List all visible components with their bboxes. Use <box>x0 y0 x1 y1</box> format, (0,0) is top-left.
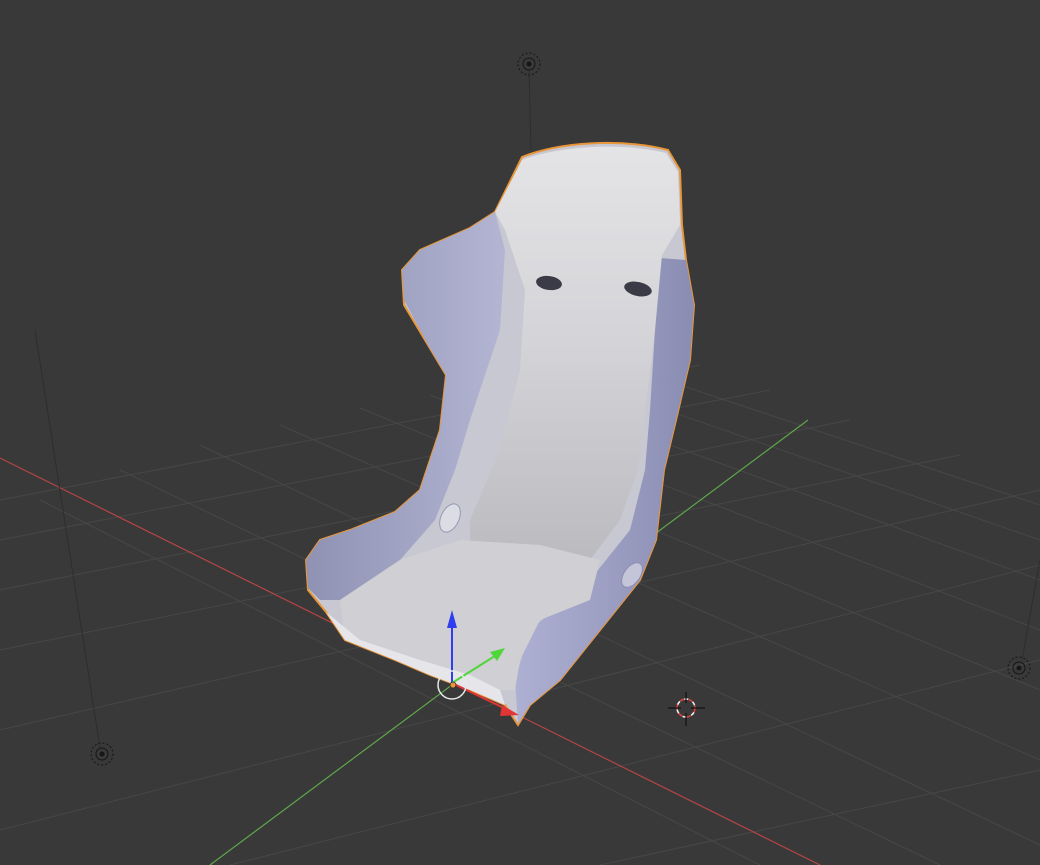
3d-viewport[interactable] <box>0 0 1040 865</box>
lamp-guide-top <box>528 69 532 151</box>
object-origin-dot <box>449 681 457 689</box>
lamp-guide-left <box>34 329 101 749</box>
lamp-left-icon[interactable] <box>90 742 114 766</box>
viewport-canvas[interactable] <box>0 0 1040 865</box>
racing-seat-object[interactable] <box>304 141 696 727</box>
3d-cursor-icon[interactable] <box>668 692 705 726</box>
lamp-guide-right <box>1021 559 1040 661</box>
lamp-right-icon[interactable] <box>1007 656 1031 680</box>
